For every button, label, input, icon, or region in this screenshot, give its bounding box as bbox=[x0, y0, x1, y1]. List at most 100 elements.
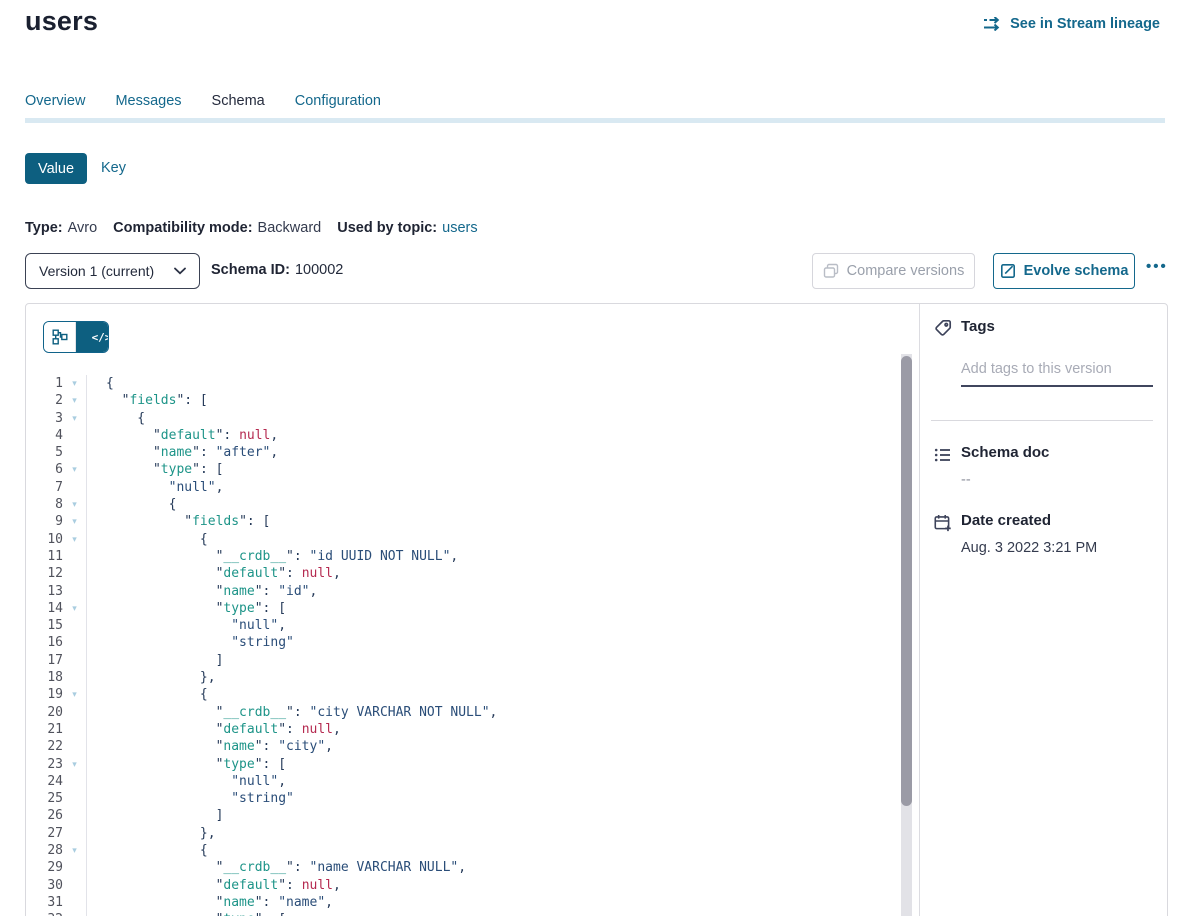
tags-input[interactable]: Add tags to this version bbox=[961, 352, 1153, 387]
fold-arrow-icon[interactable]: ▾ bbox=[63, 375, 86, 392]
line-number: 23 bbox=[26, 756, 63, 773]
fold-arrow-icon[interactable]: ▾ bbox=[63, 410, 86, 427]
fold-spacer bbox=[63, 773, 86, 790]
tree-view-icon bbox=[52, 329, 68, 345]
code-line: 2▾ "fields": [ bbox=[26, 392, 901, 409]
schema-id: Schema ID: 100002 bbox=[211, 262, 343, 278]
fold-arrow-icon[interactable]: ▾ bbox=[63, 756, 86, 773]
fold-spacer bbox=[63, 721, 86, 738]
fold-spacer bbox=[63, 652, 86, 669]
fold-spacer bbox=[63, 479, 86, 496]
version-dropdown[interactable]: Version 1 (current) bbox=[25, 253, 200, 289]
line-number: 26 bbox=[26, 807, 63, 824]
line-number: 4 bbox=[26, 427, 63, 444]
fold-arrow-icon[interactable]: ▾ bbox=[63, 686, 86, 703]
compat-value: Backward bbox=[258, 220, 322, 236]
line-number: 1 bbox=[26, 375, 63, 392]
code-line: 24 "null", bbox=[26, 773, 901, 790]
code-text: "default": null, bbox=[86, 565, 901, 582]
compare-versions-label: Compare versions bbox=[847, 263, 965, 279]
topic-link[interactable]: users bbox=[442, 220, 477, 236]
line-number: 25 bbox=[26, 790, 63, 807]
code-text: }, bbox=[86, 825, 901, 842]
code-text: "name": "city", bbox=[86, 738, 901, 755]
line-number: 24 bbox=[26, 773, 63, 790]
line-number: 27 bbox=[26, 825, 63, 842]
code-line: 20 "__crdb__": "city VARCHAR NOT NULL", bbox=[26, 704, 901, 721]
code-line: 21 "default": null, bbox=[26, 721, 901, 738]
line-number: 11 bbox=[26, 548, 63, 565]
schema-doc-value: -- bbox=[961, 472, 971, 488]
date-created-heading: Date created bbox=[961, 512, 1051, 529]
code-text: "type": [ bbox=[86, 911, 901, 916]
compatibility-mode: Compatibility mode: Backward bbox=[113, 220, 321, 236]
tab-underline bbox=[25, 118, 1165, 123]
code-text: "__crdb__": "name VARCHAR NULL", bbox=[86, 859, 901, 876]
code-view-button[interactable]: </> bbox=[75, 322, 108, 352]
line-number: 18 bbox=[26, 669, 63, 686]
code-line: 9▾ "fields": [ bbox=[26, 513, 901, 530]
code-text: "name": "id", bbox=[86, 583, 901, 600]
editor-scrollbar-track[interactable] bbox=[901, 354, 912, 916]
fold-arrow-icon[interactable]: ▾ bbox=[63, 513, 86, 530]
fold-arrow-icon[interactable]: ▾ bbox=[63, 531, 86, 548]
schema-id-value: 100002 bbox=[295, 262, 343, 278]
date-created-value: Aug. 3 2022 3:21 PM bbox=[961, 540, 1097, 556]
code-line: 32▾ "type": [ bbox=[26, 911, 901, 916]
code-text: { bbox=[86, 531, 901, 548]
fold-arrow-icon[interactable]: ▾ bbox=[63, 461, 86, 478]
fold-arrow-icon[interactable]: ▾ bbox=[63, 392, 86, 409]
stream-lineage-label: See in Stream lineage bbox=[1010, 16, 1160, 32]
code-line: 16 "string" bbox=[26, 634, 901, 651]
fold-arrow-icon[interactable]: ▾ bbox=[63, 842, 86, 859]
fold-spacer bbox=[63, 704, 86, 721]
fold-arrow-icon[interactable]: ▾ bbox=[63, 600, 86, 617]
compare-versions-button[interactable]: Compare versions bbox=[812, 253, 975, 289]
code-line: 18 }, bbox=[26, 669, 901, 686]
editor-scrollbar-thumb[interactable] bbox=[901, 356, 912, 806]
code-text: "type": [ bbox=[86, 756, 901, 773]
fold-arrow-icon[interactable]: ▾ bbox=[63, 496, 86, 513]
code-text: "__crdb__": "city VARCHAR NOT NULL", bbox=[86, 704, 901, 721]
code-line: 26 ] bbox=[26, 807, 901, 824]
code-lines: 1▾{2▾ "fields": [3▾ {4 "default": null,5… bbox=[26, 375, 901, 916]
fold-spacer bbox=[63, 444, 86, 461]
more-options-button[interactable]: ••• bbox=[1146, 258, 1168, 275]
key-toggle-button[interactable]: Key bbox=[101, 160, 126, 176]
code-text: "name": "name", bbox=[86, 894, 901, 911]
stream-lineage-icon bbox=[984, 17, 1002, 31]
code-text: "default": null, bbox=[86, 427, 901, 444]
value-toggle-button[interactable]: Value bbox=[25, 153, 87, 184]
tab-overview[interactable]: Overview bbox=[25, 90, 85, 118]
stream-lineage-link[interactable]: See in Stream lineage bbox=[984, 16, 1160, 32]
code-text: { bbox=[86, 375, 901, 392]
line-number: 6 bbox=[26, 461, 63, 478]
code-text: "fields": [ bbox=[86, 513, 901, 530]
schema-meta-row: Type: Avro Compatibility mode: Backward … bbox=[25, 220, 478, 236]
code-text: { bbox=[86, 686, 901, 703]
code-text: ] bbox=[86, 807, 901, 824]
fold-arrow-icon[interactable]: ▾ bbox=[63, 911, 86, 916]
fold-spacer bbox=[63, 825, 86, 842]
fold-spacer bbox=[63, 548, 86, 565]
fold-spacer bbox=[63, 807, 86, 824]
fold-spacer bbox=[63, 894, 86, 911]
tab-messages[interactable]: Messages bbox=[115, 90, 181, 118]
code-line: 29 "__crdb__": "name VARCHAR NULL", bbox=[26, 859, 901, 876]
tab-schema[interactable]: Schema bbox=[212, 90, 265, 118]
tree-view-button[interactable] bbox=[44, 322, 75, 352]
tab-configuration[interactable]: Configuration bbox=[295, 90, 381, 118]
code-text: "null", bbox=[86, 773, 901, 790]
code-line: 12 "default": null, bbox=[26, 565, 901, 582]
code-text: "string" bbox=[86, 790, 901, 807]
code-line: 27 }, bbox=[26, 825, 901, 842]
evolve-schema-button[interactable]: Evolve schema bbox=[993, 253, 1135, 289]
line-number: 8 bbox=[26, 496, 63, 513]
code-text: }, bbox=[86, 669, 901, 686]
code-line: 4 "default": null, bbox=[26, 427, 901, 444]
code-line: 7 "null", bbox=[26, 479, 901, 496]
compat-label: Compatibility mode: bbox=[113, 220, 252, 236]
code-line: 31 "name": "name", bbox=[26, 894, 901, 911]
view-toggle: </> bbox=[43, 321, 109, 353]
line-number: 2 bbox=[26, 392, 63, 409]
